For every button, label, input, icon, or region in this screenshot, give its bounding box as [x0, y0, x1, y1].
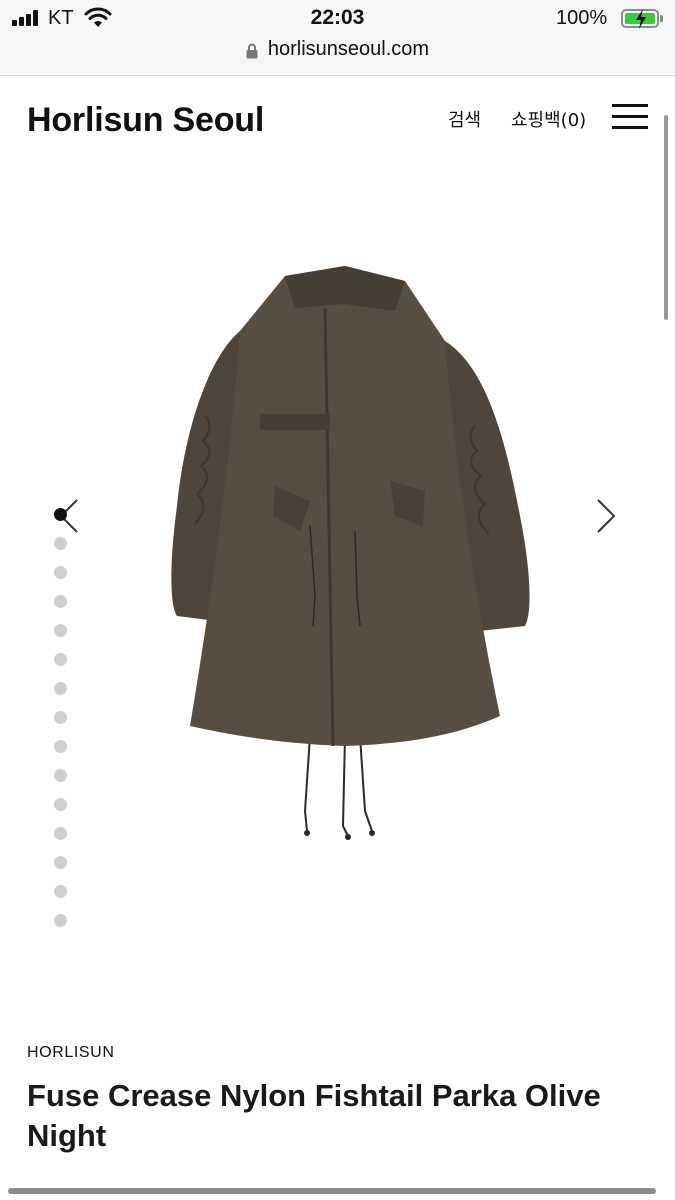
search-link[interactable]: 검색: [448, 106, 481, 132]
gallery-dot[interactable]: [54, 624, 67, 637]
status-bar: KT 22:03 100%: [0, 0, 675, 38]
shopping-bag-link[interactable]: 쇼핑백(0): [511, 106, 586, 132]
gallery-dot[interactable]: [54, 827, 67, 840]
charging-bolt-icon: [636, 9, 646, 29]
gallery-dot[interactable]: [54, 595, 67, 608]
gallery-dot[interactable]: [54, 566, 67, 579]
hamburger-menu-icon[interactable]: [612, 104, 648, 130]
gallery-dot[interactable]: [54, 682, 67, 695]
gallery-dot[interactable]: [54, 914, 67, 927]
gallery-dot[interactable]: [54, 798, 67, 811]
product-brand[interactable]: HORLISUN: [27, 1044, 114, 1062]
gallery-dot[interactable]: [54, 508, 67, 521]
gallery-dot[interactable]: [54, 769, 67, 782]
chevron-right-icon[interactable]: [594, 498, 618, 534]
address-bar[interactable]: horlisunseoul.com: [0, 38, 675, 64]
home-indicator: [8, 1188, 656, 1194]
product-title: Fuse Crease Nylon Fishtail Parka Olive N…: [27, 1078, 601, 1153]
gallery-dot[interactable]: [54, 885, 67, 898]
gallery-dot[interactable]: [54, 653, 67, 666]
lock-icon: [246, 43, 258, 58]
site-logo[interactable]: Horlisun Seoul: [27, 101, 264, 140]
product-image[interactable]: [155, 266, 535, 846]
gallery-dot[interactable]: [54, 856, 67, 869]
battery-percent: 100%: [556, 7, 608, 29]
browser-chrome: KT 22:03 100% horlisunseoul.com: [0, 0, 675, 76]
gallery-dot[interactable]: [54, 711, 67, 724]
product-gallery: [0, 166, 675, 976]
url-text[interactable]: horlisunseoul.com: [268, 38, 429, 61]
site-header: Horlisun Seoul 검색 쇼핑백(0): [0, 76, 675, 166]
gallery-pagination: [54, 508, 68, 943]
gallery-dot[interactable]: [54, 537, 67, 550]
gallery-dot[interactable]: [54, 740, 67, 753]
battery-nub: [660, 15, 663, 22]
